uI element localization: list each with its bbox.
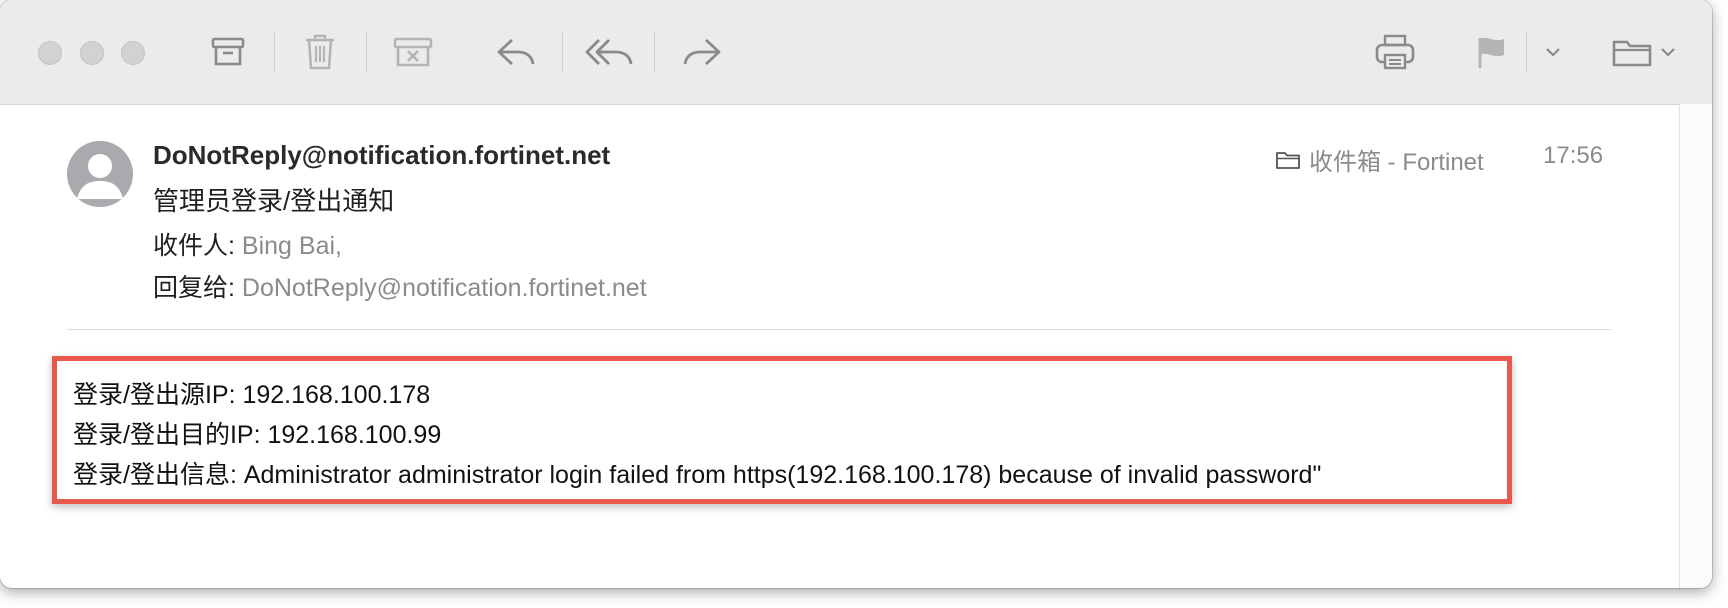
reply-button[interactable] <box>496 30 536 74</box>
move-button[interactable] <box>1608 30 1680 74</box>
message-time: 17:56 <box>1543 142 1604 169</box>
header-divider <box>67 329 1611 330</box>
trash-icon <box>306 34 334 70</box>
printer-icon <box>1375 34 1415 70</box>
folder-icon <box>1276 151 1300 169</box>
scrollbar[interactable] <box>1679 104 1712 588</box>
destination-ip-line: 登录/登出目的IP: 192.168.100.99 <box>73 421 442 449</box>
message-subject: 管理员登录/登出通知 <box>153 186 395 216</box>
reply-icon <box>497 38 535 66</box>
print-button[interactable] <box>1374 30 1416 74</box>
flag-button[interactable] <box>1474 30 1510 74</box>
to-row: 收件人: Bing Bai, <box>153 226 342 262</box>
source-ip-line: 登录/登出源IP: 192.168.100.178 <box>73 381 431 409</box>
mail-window: DoNotReply@notification.fortinet.net 管理员… <box>0 0 1712 588</box>
junk-icon <box>393 37 433 67</box>
chevron-down-icon <box>1661 48 1675 57</box>
reply-to-label: 回复给: <box>153 274 235 302</box>
person-icon <box>77 154 123 199</box>
chevron-down-icon <box>1546 48 1560 57</box>
reply-all-icon <box>585 39 633 65</box>
to-label: 收件人: <box>153 232 235 260</box>
highlighted-message-body: 登录/登出源IP: 192.168.100.178 登录/登出目的IP: 192… <box>52 356 1512 504</box>
folder-icon <box>1612 40 1652 67</box>
sender-avatar <box>67 141 133 207</box>
junk-button[interactable] <box>390 30 436 74</box>
forward-button[interactable] <box>682 30 722 74</box>
flag-icon <box>1478 37 1504 68</box>
mailbox-location[interactable]: 收件箱 - Fortinet <box>1275 142 1484 177</box>
to-recipient[interactable]: Bing Bai, <box>242 232 342 260</box>
mailbox-name: 收件箱 - Fortinet <box>1309 149 1484 176</box>
info-line: 登录/登出信息: Administrator administrator log… <box>73 461 1322 489</box>
reply-to-address[interactable]: DoNotReply@notification.fortinet.net <box>242 274 647 302</box>
archive-icon <box>211 37 245 66</box>
reply-to-row: 回复给: DoNotReply@notification.fortinet.ne… <box>153 268 647 304</box>
forward-icon <box>683 38 721 66</box>
reply-all-button[interactable] <box>584 30 634 74</box>
archive-button[interactable] <box>208 30 248 74</box>
minimize-window-button[interactable] <box>80 41 104 65</box>
toolbar <box>0 0 1712 105</box>
close-window-button[interactable] <box>38 41 62 65</box>
zoom-window-button[interactable] <box>121 41 145 65</box>
flag-menu-button[interactable] <box>1542 30 1564 74</box>
sender-address[interactable]: DoNotReply@notification.fortinet.net <box>153 140 610 171</box>
delete-button[interactable] <box>300 30 340 74</box>
